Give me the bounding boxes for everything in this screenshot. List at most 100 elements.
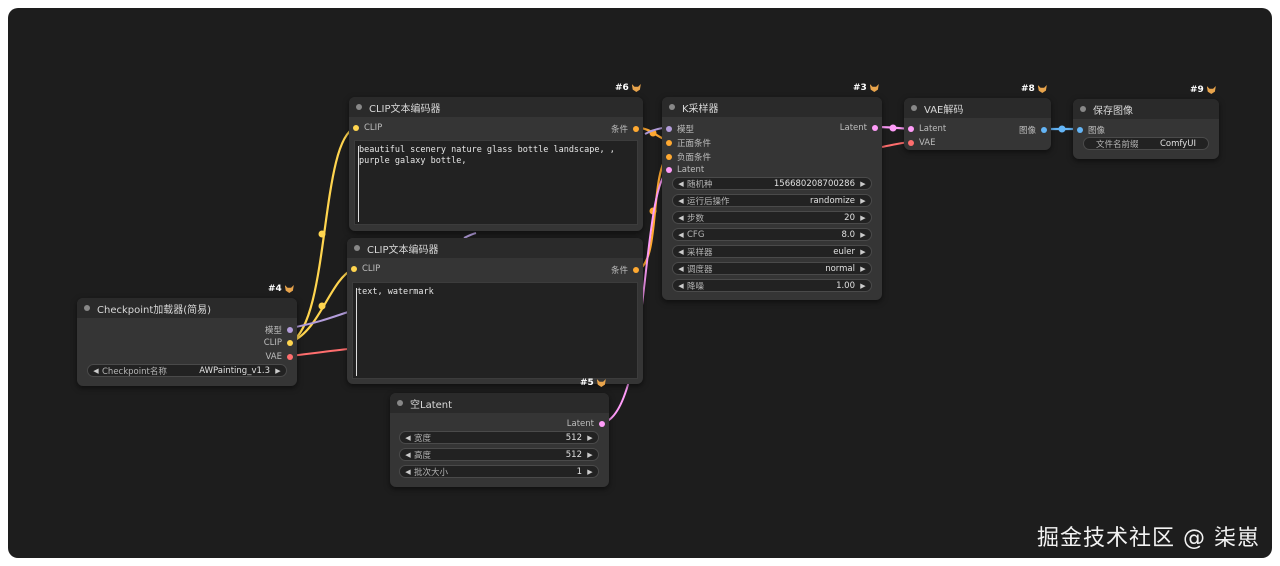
fox-icon (284, 285, 294, 293)
arrow-right-icon[interactable]: ▶ (859, 248, 867, 256)
fox-icon (596, 379, 606, 387)
arrow-right-icon[interactable]: ▶ (586, 434, 594, 442)
slot-dot-icon (908, 126, 914, 132)
slot-dot-icon (353, 125, 359, 131)
input-slot-image[interactable]: 图像 (1077, 124, 1105, 136)
arrow-right-icon[interactable]: ▶ (859, 197, 867, 205)
slot-dot-icon (666, 154, 672, 160)
widget-6[interactable]: ◀ 调度器 normal ▶ (672, 262, 872, 275)
arrow-left-icon[interactable]: ◀ (677, 231, 685, 239)
arrow-left-icon[interactable]: ◀ (677, 248, 685, 256)
output-slot-latent[interactable]: Latent (567, 419, 605, 429)
node-title[interactable]: CLIP文本编码器 (347, 238, 643, 258)
input-slot-latent[interactable]: Latent (666, 165, 704, 175)
slot-dot-icon (633, 267, 639, 273)
collapse-dot-icon[interactable] (911, 105, 917, 111)
output-slot-vae[interactable]: VAE (266, 352, 293, 362)
node-badge: #5 (580, 378, 606, 388)
node-badge: #9 (1190, 85, 1216, 95)
widget-3[interactable]: ◀ 批次大小 1 ▶ (399, 465, 599, 478)
checkpoint-loader-node[interactable]: Checkpoint加载器(简易) 模型 CLIP VAE ◀ Checkpoi… (77, 298, 297, 386)
fox-icon (869, 84, 879, 92)
arrow-right-icon[interactable]: ▶ (859, 282, 867, 290)
text-caret (356, 288, 357, 376)
save-image-node[interactable]: 保存图像 图像 文件名前缀 ComfyUI (1073, 99, 1219, 159)
fox-icon (1037, 85, 1047, 93)
input-slot-positive[interactable]: 正面条件 (666, 137, 711, 149)
filename-prefix-field[interactable]: 文件名前缀 ComfyUI (1083, 137, 1209, 150)
arrow-right-icon[interactable]: ▶ (859, 180, 867, 188)
vae-decode-node[interactable]: VAE解码 Latent VAE 图像 (904, 98, 1051, 150)
widget-7[interactable]: ◀ 降噪 1.00 ▶ (672, 279, 872, 292)
slot-dot-icon (872, 125, 878, 131)
fox-icon (1206, 86, 1216, 94)
clip-text-encoder-negative-node[interactable]: CLIP文本编码器 CLIP 条件 text, watermark (347, 238, 643, 384)
slot-dot-icon (908, 140, 914, 146)
node-title[interactable]: Checkpoint加载器(简易) (77, 298, 297, 318)
slot-dot-icon (287, 354, 293, 360)
input-slot-clip[interactable]: CLIP (353, 123, 382, 133)
node-badge: #3 (853, 83, 879, 93)
widget-1[interactable]: ◀ 随机种 156680208700286 ▶ (672, 177, 872, 190)
output-slot-model[interactable]: 模型 (265, 324, 293, 336)
arrow-right-icon[interactable]: ▶ (586, 468, 594, 476)
widget-2[interactable]: ◀ 运行后操作 randomize ▶ (672, 194, 872, 207)
node-title[interactable]: K采样器 (662, 97, 882, 117)
slot-dot-icon (1077, 127, 1083, 133)
arrow-right-icon[interactable]: ▶ (586, 451, 594, 459)
node-title[interactable]: 保存图像 (1073, 99, 1219, 119)
arrow-left-icon[interactable]: ◀ (677, 180, 685, 188)
ksampler-node[interactable]: K采样器 模型 正面条件 负面条件 Latent Latent ◀ 随机种 1566… (662, 97, 882, 300)
node-title[interactable]: VAE解码 (904, 98, 1051, 118)
clip-text-encoder-positive-node[interactable]: CLIP文本编码器 CLIP 条件 beautiful scenery natu… (349, 97, 643, 231)
widget-1[interactable]: ◀ 宽度 512 ▶ (399, 431, 599, 444)
arrow-left-icon[interactable]: ◀ (404, 468, 412, 476)
slot-dot-icon (287, 327, 293, 333)
checkpoint-name-combo[interactable]: ◀ Checkpoint名称 AWPainting_v1.3 ▶ (87, 364, 287, 377)
input-slot-model[interactable]: 模型 (666, 123, 694, 135)
arrow-left-icon[interactable]: ◀ (677, 265, 685, 273)
arrow-left-icon[interactable]: ◀ (677, 214, 685, 222)
empty-latent-node[interactable]: 空Latent Latent ◀ 宽度 512 ▶ ◀ 高度 512 ▶ ◀ 批次大小 1 ▶ (390, 393, 609, 487)
prompt-textarea[interactable]: text, watermark (352, 282, 638, 379)
arrow-left-icon[interactable]: ◀ (677, 197, 685, 205)
output-slot-conditioning[interactable]: 条件 (611, 264, 639, 276)
output-slot-conditioning[interactable]: 条件 (611, 123, 639, 135)
collapse-dot-icon[interactable] (356, 104, 362, 110)
widget-2[interactable]: ◀ 高度 512 ▶ (399, 448, 599, 461)
output-slot-latent[interactable]: Latent (840, 123, 878, 133)
input-slot-clip[interactable]: CLIP (351, 264, 380, 274)
collapse-dot-icon[interactable] (397, 400, 403, 406)
prompt-textarea[interactable]: beautiful scenery nature glass bottle la… (354, 140, 638, 225)
output-slot-image[interactable]: 图像 (1019, 124, 1047, 136)
collapse-dot-icon[interactable] (84, 305, 90, 311)
arrow-right-icon[interactable]: ▶ (859, 231, 867, 239)
collapse-dot-icon[interactable] (354, 245, 360, 251)
arrow-left-icon[interactable]: ◀ (92, 367, 100, 375)
arrow-right-icon[interactable]: ▶ (859, 214, 867, 222)
collapse-dot-icon[interactable] (669, 104, 675, 110)
slot-dot-icon (599, 421, 605, 427)
input-slot-negative[interactable]: 负面条件 (666, 151, 711, 163)
arrow-left-icon[interactable]: ◀ (677, 282, 685, 290)
arrow-right-icon[interactable]: ▶ (274, 367, 282, 375)
arrow-left-icon[interactable]: ◀ (404, 451, 412, 459)
input-slot-latent[interactable]: Latent (908, 124, 946, 134)
widget-4[interactable]: ◀ CFG 8.0 ▶ (672, 228, 872, 241)
arrow-right-icon[interactable]: ▶ (859, 265, 867, 273)
input-slot-vae[interactable]: VAE (908, 138, 935, 148)
node-title[interactable]: 空Latent (390, 393, 609, 413)
output-slot-clip[interactable]: CLIP (264, 338, 293, 348)
slot-dot-icon (666, 126, 672, 132)
slot-dot-icon (666, 167, 672, 173)
node-title[interactable]: CLIP文本编码器 (349, 97, 643, 117)
slot-dot-icon (666, 140, 672, 146)
collapse-dot-icon[interactable] (1080, 106, 1086, 112)
widget-5[interactable]: ◀ 采样器 euler ▶ (672, 245, 872, 258)
slot-dot-icon (351, 266, 357, 272)
slot-dot-icon (287, 340, 293, 346)
arrow-left-icon[interactable]: ◀ (404, 434, 412, 442)
node-badge: #8 (1021, 84, 1047, 94)
slot-dot-icon (1041, 127, 1047, 133)
widget-3[interactable]: ◀ 步数 20 ▶ (672, 211, 872, 224)
